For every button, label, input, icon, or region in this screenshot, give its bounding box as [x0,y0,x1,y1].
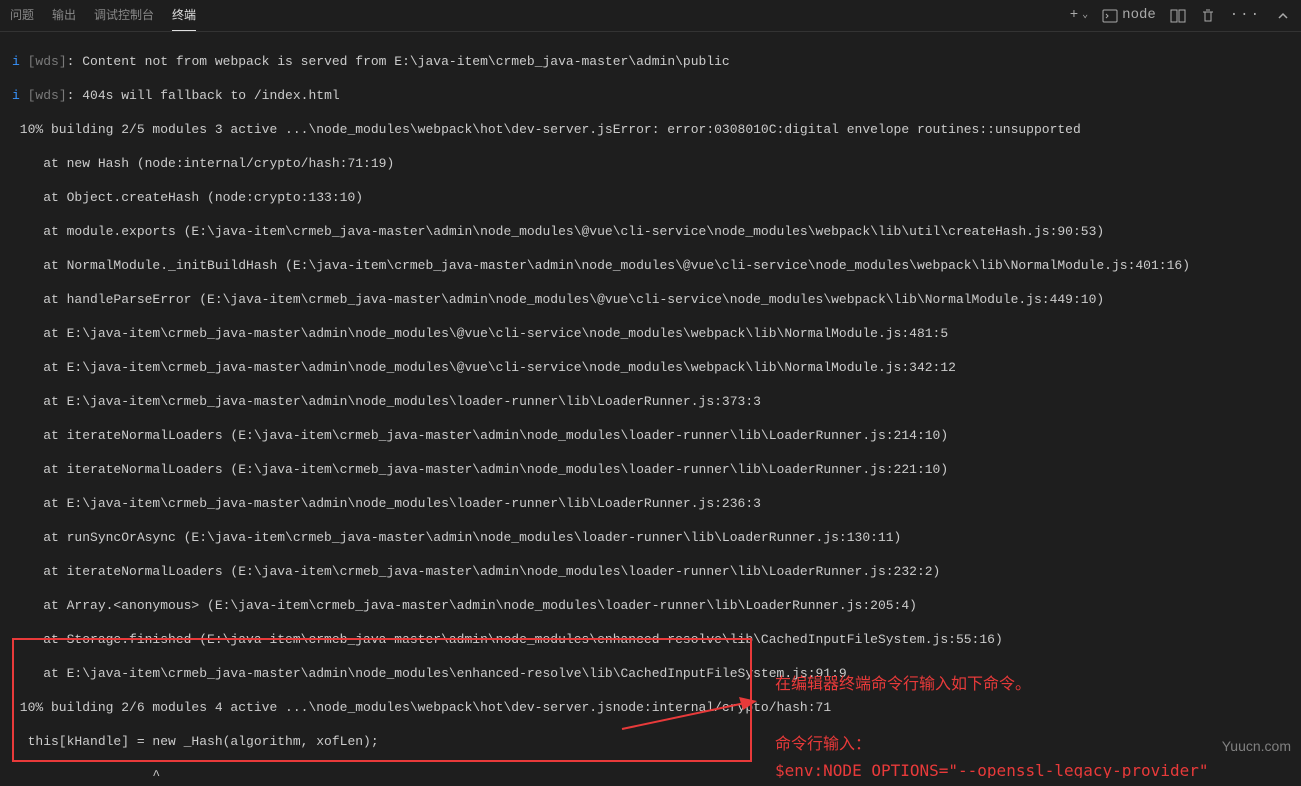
tab-problems[interactable]: 问题 [10,1,34,31]
terminal-content[interactable]: i [wds]: Content not from webpack is ser… [0,32,1301,778]
kill-terminal-button[interactable] [1200,8,1216,24]
info-icon: i [12,54,20,69]
panel-toolbar: + ⌄ node ··· [1070,7,1291,24]
maximize-panel-button[interactable] [1275,8,1291,24]
watermark: Yuucn.com [1222,738,1291,755]
tab-debug-console[interactable]: 调试控制台 [94,1,154,31]
new-terminal-button[interactable]: + ⌄ [1070,7,1088,24]
panel-tabs: 问题 输出 调试控制台 终端 [10,1,196,31]
more-actions-button[interactable]: ··· [1230,7,1261,24]
plus-icon: + [1070,7,1078,24]
terminal-profile-label: node [1122,7,1156,24]
annotation-text-2: 命令行输入： $env:NODE_OPTIONS="--openssl-lega… [775,732,1208,778]
info-icon: i [12,88,20,103]
annotation-text-1: 在编辑器终端命令行输入如下命令。 [775,672,1031,698]
tab-output[interactable]: 输出 [52,1,76,31]
terminal-profile-node[interactable]: node [1102,7,1156,24]
split-terminal-button[interactable] [1170,8,1186,24]
terminal-icon [1102,8,1118,24]
panel-header: 问题 输出 调试控制台 终端 + ⌄ node ··· [0,0,1301,32]
tab-terminal[interactable]: 终端 [172,1,196,31]
chevron-down-icon: ⌄ [1082,7,1088,24]
